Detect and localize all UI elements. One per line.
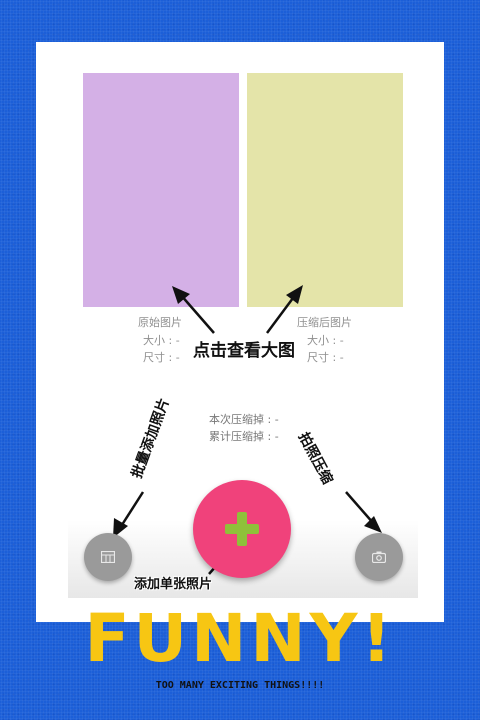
arrow-to-batch <box>118 491 145 529</box>
plus-icon <box>225 512 259 546</box>
arrow-to-camera <box>345 491 375 525</box>
add-single-hint: 添加单张照片 <box>134 577 213 592</box>
camera-icon <box>372 551 386 563</box>
batch-add-button[interactable] <box>84 533 132 581</box>
arrow-to-original <box>179 293 215 334</box>
arrow-head-camera <box>364 516 382 533</box>
add-single-photo-button[interactable] <box>193 480 291 578</box>
view-large-hint: 点击查看大图 <box>193 341 295 361</box>
camera-compress-button[interactable] <box>355 533 403 581</box>
arrow-to-compressed <box>265 293 298 334</box>
promo-tagline: TOO MANY EXCITING THINGS!!!! <box>155 680 325 691</box>
arrow-head-compressed <box>286 285 303 304</box>
gallery-icon <box>101 551 115 563</box>
promo-headline: FUNNY! <box>84 600 396 677</box>
